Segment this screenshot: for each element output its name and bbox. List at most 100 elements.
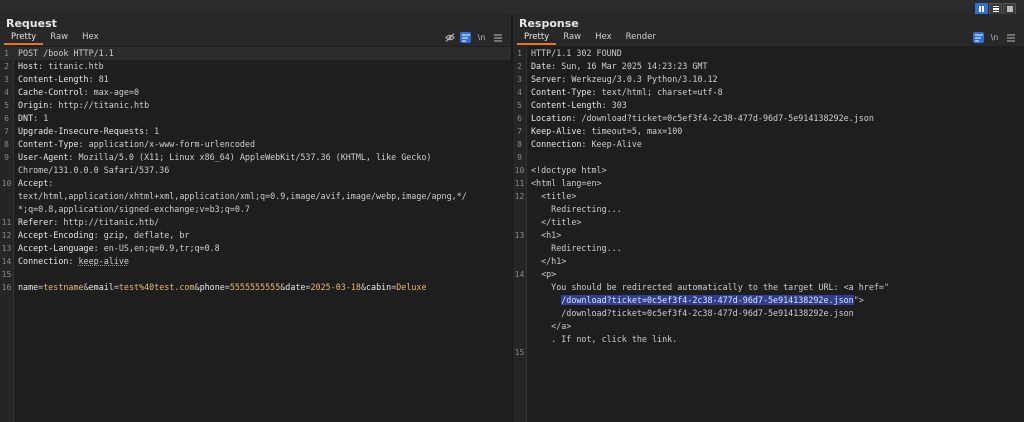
tab-render[interactable]: Render bbox=[619, 32, 663, 45]
header-separator: : bbox=[93, 243, 104, 253]
line-text: Referer: http://titanic.htb/ bbox=[18, 216, 159, 229]
code-line: 3 Content-Length: 81 bbox=[0, 73, 511, 86]
line-text: *;q=0.8,application/signed-exchange;v=b3… bbox=[18, 203, 250, 216]
newline-icon[interactable]: \n bbox=[989, 32, 1000, 43]
pretty-print-icon[interactable] bbox=[460, 32, 471, 43]
line-number: 11 bbox=[1, 218, 12, 227]
line-number: 9 bbox=[517, 153, 522, 162]
code-token: "> bbox=[853, 295, 864, 305]
line-text: . If not, click the link. bbox=[531, 333, 677, 346]
code-text: </a> bbox=[531, 321, 572, 331]
code-text: Redirecting... bbox=[531, 243, 622, 253]
header-separator: : bbox=[88, 74, 99, 84]
header-name: Connection bbox=[18, 256, 69, 266]
code-text: *;q=0.8,application/signed-exchange;v=b3… bbox=[18, 204, 250, 214]
line-number: 3 bbox=[517, 75, 522, 84]
code-line: 15 bbox=[513, 346, 1024, 359]
response-title: Response bbox=[519, 17, 579, 30]
line-text: <html lang=en> bbox=[531, 177, 602, 190]
code-line: 16 name=testname&email=test%40test.com&ph… bbox=[0, 281, 511, 294]
code-line: 7 Keep-Alive: timeout=5, max=100 bbox=[513, 125, 1024, 138]
request-editor[interactable]: 1 POST /book HTTP/1.1 2 Host: titanic.htb 3 C… bbox=[0, 46, 511, 422]
request-tools: \n bbox=[444, 32, 503, 43]
code-text: <!doctype html> bbox=[531, 165, 607, 175]
header-value: 81 bbox=[98, 74, 109, 84]
line-text: HTTP/1.1 302 FOUND bbox=[531, 47, 622, 60]
header-value: Keep-Alive bbox=[591, 139, 642, 149]
code-text: <h1> bbox=[531, 230, 562, 240]
header-value: 1 bbox=[154, 126, 160, 136]
line-number: 5 bbox=[4, 101, 9, 110]
code-text: You should be redirected automatically t… bbox=[531, 282, 889, 292]
line-number: 5 bbox=[517, 101, 522, 110]
line-text: </h1> bbox=[531, 255, 566, 268]
header-separator: : bbox=[601, 100, 612, 110]
eye-hidden-icon[interactable] bbox=[444, 32, 455, 43]
header-value: http://titanic.htb bbox=[58, 100, 150, 110]
code-line: 8 Content-Type: application/x-www-form-ur… bbox=[0, 138, 511, 151]
line-text: You should be redirected automatically t… bbox=[531, 281, 889, 294]
code-line: 5 Origin: http://titanic.htb bbox=[0, 99, 511, 112]
code-text: Redirecting... bbox=[531, 204, 622, 214]
tab-hex[interactable]: Hex bbox=[588, 32, 619, 45]
response-tools: \n bbox=[973, 32, 1016, 43]
header-name: User-Agent bbox=[18, 152, 69, 162]
line-number: 11 bbox=[514, 179, 525, 188]
line-text: Content-Length: 303 bbox=[531, 99, 627, 112]
code-text: </title> bbox=[531, 217, 582, 227]
code-line: 9 User-Agent: Mozilla/5.0 (X11; Linux x86… bbox=[0, 151, 511, 164]
line-text: Location: /download?ticket=0c5ef3f4-2c38… bbox=[531, 112, 874, 125]
line-number: 8 bbox=[4, 140, 9, 149]
header-separator: : bbox=[33, 113, 44, 123]
code-line: *;q=0.8,application/signed-exchange;v=b3… bbox=[0, 203, 511, 216]
menu-icon[interactable] bbox=[1005, 32, 1016, 43]
header-separator: : bbox=[581, 126, 592, 136]
code-text: /download?ticket=0c5ef3f4-2c38-477d-96d7… bbox=[531, 308, 854, 318]
code-line: 14 Connection: keep-alive bbox=[0, 255, 511, 268]
header-value: max-age=0 bbox=[93, 87, 140, 97]
tab-pretty[interactable]: Pretty bbox=[4, 32, 44, 45]
line-number: 12 bbox=[514, 192, 525, 201]
header-value: 303 bbox=[611, 100, 627, 110]
tab-hex[interactable]: Hex bbox=[75, 32, 106, 45]
line-text: Chrome/131.0.0.0 Safari/537.36 bbox=[18, 164, 169, 177]
code-line: 12 <title> bbox=[513, 190, 1024, 203]
line-text: DNT: 1 bbox=[18, 112, 48, 125]
header-value: titanic.htb bbox=[48, 61, 104, 71]
param-name: email bbox=[88, 282, 114, 292]
response-editor[interactable]: 1 HTTP/1.1 302 FOUND 2 Date: Sun, 16 Mar 20… bbox=[513, 46, 1024, 422]
line-number: 16 bbox=[1, 283, 12, 292]
code-line: 1 POST /book HTTP/1.1 bbox=[0, 47, 511, 60]
header-separator: : bbox=[93, 230, 104, 240]
menu-icon[interactable] bbox=[492, 32, 503, 43]
code-text: text/html,application/xhtml+xml,applicat… bbox=[18, 191, 467, 201]
code-text: POST /book HTTP/1.1 bbox=[18, 48, 114, 58]
header-value: text/html; charset=utf-8 bbox=[601, 87, 723, 97]
header-name: Accept-Language bbox=[18, 243, 94, 253]
code-line: 11 <html lang=en> bbox=[513, 177, 1024, 190]
newline-icon[interactable]: \n bbox=[476, 32, 487, 43]
tab-raw[interactable]: Raw bbox=[43, 32, 75, 45]
response-lines: 1 HTTP/1.1 302 FOUND 2 Date: Sun, 16 Mar 20… bbox=[513, 47, 1024, 359]
line-text: Content-Type: text/html; charset=utf-8 bbox=[531, 86, 723, 99]
code-line: . If not, click the link. bbox=[513, 333, 1024, 346]
header-separator: : bbox=[571, 113, 582, 123]
code-line: You should be redirected automatically t… bbox=[513, 281, 1024, 294]
tab-raw[interactable]: Raw bbox=[556, 32, 588, 45]
pretty-print-icon[interactable] bbox=[973, 32, 984, 43]
line-number: 10 bbox=[1, 179, 12, 188]
response-panel: Response Pretty Raw Hex Render \n 1 HTTP/… bbox=[513, 14, 1024, 422]
header-name: Accept-Encoding bbox=[18, 230, 94, 240]
line-text: Date: Sun, 16 Mar 2025 14:23:23 GMT bbox=[531, 60, 708, 73]
header-separator: : bbox=[68, 152, 79, 162]
line-text: Accept: bbox=[18, 177, 58, 190]
tab-pretty[interactable]: Pretty bbox=[517, 32, 557, 45]
header-value: Werkzeug/3.0.3 Python/3.10.12 bbox=[571, 74, 718, 84]
code-line: 6 Location: /download?ticket=0c5ef3f4-2c3… bbox=[513, 112, 1024, 125]
line-number: 1 bbox=[517, 49, 522, 58]
code-line: Redirecting... bbox=[513, 242, 1024, 255]
param-value: test%40test.com bbox=[118, 282, 195, 292]
param-value: Deluxe bbox=[396, 282, 427, 292]
code-line: </h1> bbox=[513, 255, 1024, 268]
